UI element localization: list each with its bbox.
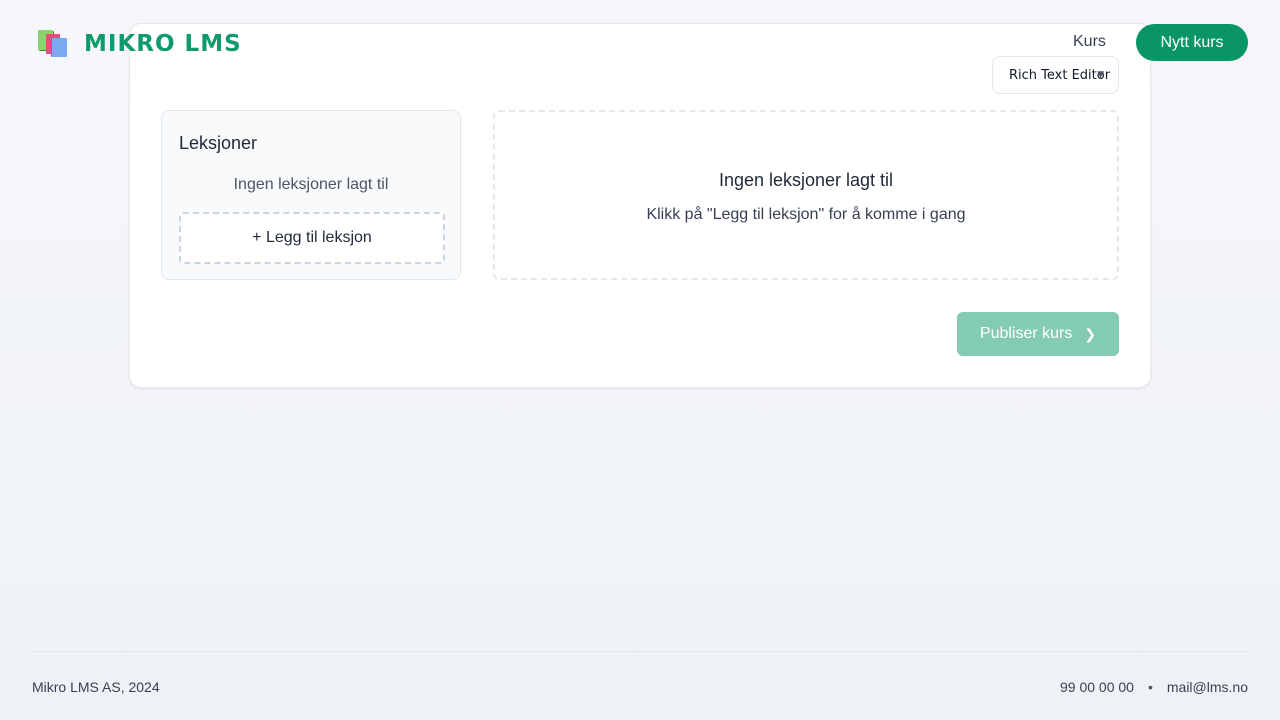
- publish-course-label: Publiser kurs: [979, 325, 1073, 342]
- footer-company: Mikro LMS AS, 2024: [32, 679, 160, 695]
- footer-divider: [32, 651, 1248, 652]
- add-lesson-button[interactable]: + Legg til leksjon: [179, 212, 445, 264]
- empty-state-title: Ingen leksjoner lagt til: [718, 170, 894, 190]
- lessons-panel: Leksjoner Ingen leksjoner lagt til + Leg…: [161, 110, 461, 280]
- footer-contact: 99 00 00 00 • mail@lms.no: [1060, 679, 1248, 695]
- editor-type-select[interactable]: Rich Text Editor ▼: [992, 56, 1119, 94]
- brand-name: MIKRO LMS: [84, 31, 242, 57]
- footer-email[interactable]: mail@lms.no: [1167, 679, 1248, 695]
- new-course-button[interactable]: Nytt kurs: [1136, 24, 1248, 61]
- chevron-down-icon: ▼: [1097, 70, 1104, 80]
- chevron-right-icon: ❯: [1084, 325, 1097, 342]
- lessons-title: Leksjoner: [179, 133, 258, 153]
- empty-state-subtitle: Klikk på "Legg til leksjon" for å komme …: [646, 206, 966, 223]
- publish-course-button[interactable]: Publiser kurs ❯: [957, 312, 1119, 356]
- brand[interactable]: MIKRO LMS: [36, 28, 242, 60]
- footer-separator: •: [1147, 679, 1153, 695]
- nav-link-courses[interactable]: Kurs: [1073, 33, 1106, 51]
- footer-phone[interactable]: 99 00 00 00: [1060, 679, 1134, 695]
- editor-type-value: Rich Text Editor: [1009, 67, 1111, 83]
- books-icon: [36, 28, 70, 60]
- lesson-content-empty-state: Ingen leksjoner lagt til Klikk på "Legg …: [493, 110, 1119, 280]
- lessons-empty-text: Ingen leksjoner lagt til: [233, 176, 389, 193]
